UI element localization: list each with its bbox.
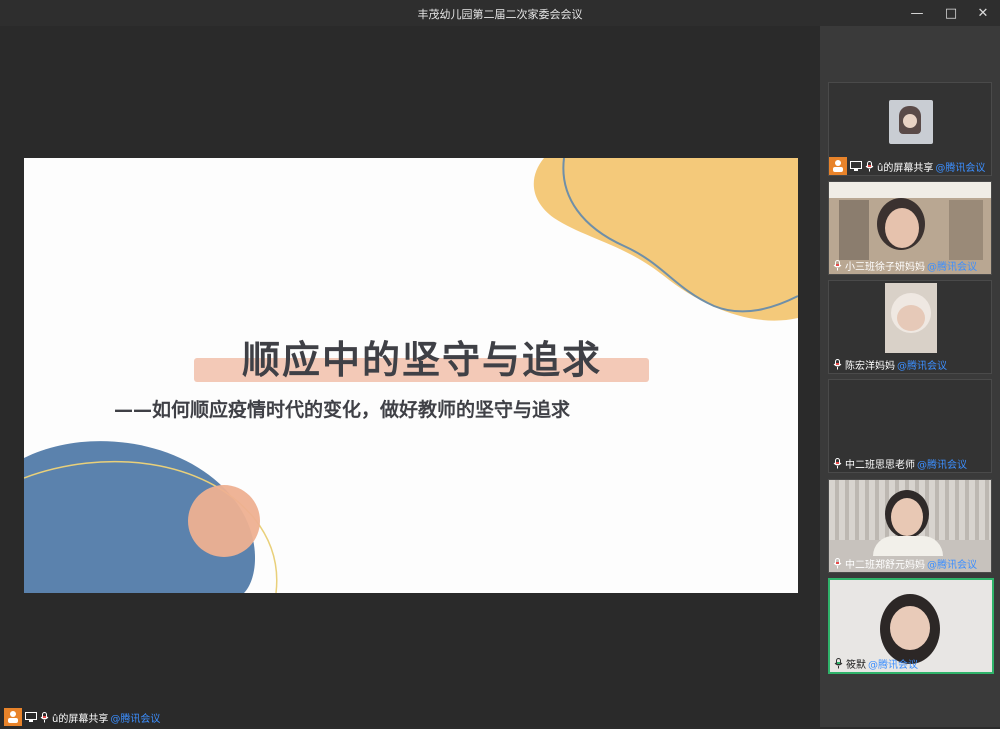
mic-icon [833,358,842,370]
participant-video [885,283,937,353]
sharer-label: û的屏幕共享 @腾讯会议 [0,708,160,726]
participant-tile[interactable]: 小三班徐子妍妈妈 @腾讯会议 [828,181,992,275]
slide-subtitle: ——如何顺应疫情时代的变化，做好教师的坚守与追求 [114,399,571,421]
participant-name: û的屏幕共享 [877,162,934,174]
participant-label: 中二班郑舒元妈妈 @腾讯会议 [829,554,977,572]
participant-tile-active[interactable]: 筱默 @腾讯会议 [828,578,994,674]
participant-name: 筱默 [846,659,866,671]
participant-name: 陈宏洋妈妈 [845,360,895,372]
presentation-slide: 顺应中的坚守与追求 ——如何顺应疫情时代的变化，做好教师的坚守与追求 [24,158,798,593]
slide-title: 顺应中的坚守与追求 [241,338,602,382]
participant-name: 中二班郑舒元妈妈 [845,559,925,571]
participant-tile[interactable]: 中二班思思老师 @腾讯会议 [828,379,992,473]
participant-tile[interactable]: 陈宏洋妈妈 @腾讯会议 [828,280,992,374]
screen-icon [850,160,862,172]
peach-circle [188,485,260,557]
share-icon [4,708,22,726]
screen-icon [25,711,37,723]
participant-label: 陈宏洋妈妈 @腾讯会议 [829,355,947,373]
sharer-name: û的屏幕共享 [52,713,109,725]
participant-tag: @腾讯会议 [917,459,967,471]
close-button[interactable]: ✕ [966,0,1000,26]
participant-tile[interactable]: û的屏幕共享 @腾讯会议 [828,82,992,176]
participant-tag: @腾讯会议 [897,360,947,372]
bottom-bar: û的屏幕共享 @腾讯会议 [0,706,820,727]
slide-title-block: 顺应中的坚守与追求 [194,336,649,386]
yellow-blob [533,158,798,321]
participant-tag: @腾讯会议 [935,162,986,174]
participant-label: û的屏幕共享 @腾讯会议 [829,157,985,175]
participant-name: 中二班思思老师 [845,459,915,471]
participant-label: 小三班徐子妍妈妈 @腾讯会议 [829,256,977,274]
mic-icon [833,457,842,469]
participant-tile[interactable]: 中二班郑舒元妈妈 @腾讯会议 [828,479,992,573]
share-icon [829,157,847,175]
minimize-button[interactable]: — [900,0,934,26]
window-title: 丰茂幼儿园第二届二次家委会会议 [417,8,583,21]
mic-icon [834,657,843,669]
mic-icon [833,259,842,271]
sharer-tag: @腾讯会议 [110,713,161,725]
avatar [889,100,933,144]
participant-label: 中二班思思老师 @腾讯会议 [829,454,967,472]
participant-label: 筱默 @腾讯会议 [830,654,918,672]
mic-icon [833,557,842,569]
participant-tag: @腾讯会议 [868,659,918,671]
mic-icon [865,160,874,172]
mic-icon [40,711,49,723]
title-bar: 丰茂幼儿园第二届二次家委会会议 — □ ✕ [0,0,1000,26]
participant-tag: @腾讯会议 [927,261,977,273]
participant-name: 小三班徐子妍妈妈 [845,261,925,273]
participant-tag: @腾讯会议 [927,559,977,571]
maximize-button[interactable]: □ [934,0,968,26]
